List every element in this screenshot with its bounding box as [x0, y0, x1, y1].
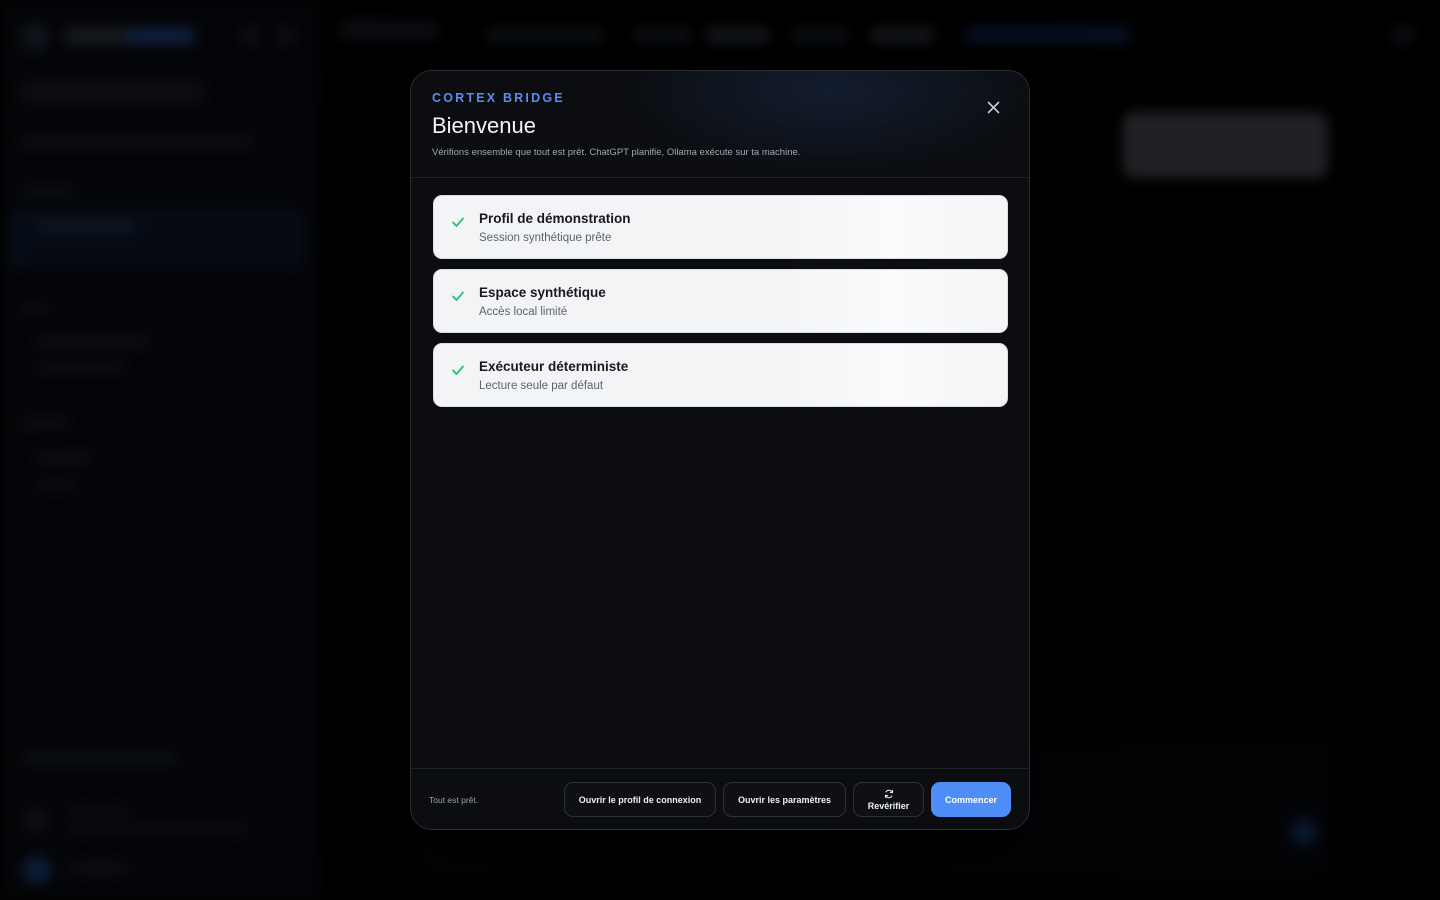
avatar — [22, 855, 52, 885]
check-title: Espace synthétique — [479, 285, 606, 300]
app-logo — [22, 24, 48, 50]
send-button — [1290, 818, 1318, 846]
close-button[interactable] — [983, 97, 1003, 117]
sidebar-line — [68, 824, 248, 834]
sidebar-line — [36, 480, 76, 490]
modal-footer: Tout est prêt. Ouvrir le profil de conne… — [411, 768, 1029, 829]
modal-subtitle: Vérifions ensemble que tout est prêt. Ch… — [432, 147, 801, 158]
close-icon — [987, 101, 999, 113]
status-text: Tout est prêt. — [429, 795, 479, 805]
open-login-profile-button[interactable]: Ouvrir le profil de connexion — [564, 782, 716, 817]
sidebar-line — [36, 362, 126, 372]
open-settings-button[interactable]: Ouvrir les paramètres — [723, 782, 846, 817]
sidebar-line — [36, 336, 151, 348]
topbar-pill — [485, 26, 605, 44]
modal-header: CORTEX BRIDGE Bienvenue Vérifions ensemb… — [411, 71, 1029, 178]
sidebar-line — [36, 220, 136, 232]
topbar-pill — [870, 26, 935, 44]
topbar-pill — [965, 26, 1130, 44]
topbar-icon — [1392, 26, 1414, 44]
sidebar-line — [36, 452, 91, 464]
check-description: Session synthétique prête — [479, 232, 612, 244]
start-button[interactable]: Commencer — [931, 782, 1011, 817]
check-item-demo-profile: Profil de démonstration Session synthéti… — [433, 195, 1008, 259]
refresh-icon — [884, 789, 893, 798]
check-icon — [452, 217, 464, 227]
sidebar-section — [20, 304, 50, 314]
topbar-pill — [705, 26, 770, 44]
recheck-button[interactable]: Revérifier — [853, 782, 924, 817]
check-item-synthetic-space: Espace synthétique Accès local limité — [433, 269, 1008, 333]
sidebar-line — [22, 752, 177, 766]
topbar-title — [340, 20, 440, 40]
toast-card — [1122, 112, 1328, 178]
modal-title: Bienvenue — [432, 113, 536, 138]
sidebar-search — [20, 82, 205, 102]
sidebar-line — [68, 806, 128, 816]
topbar-pill — [790, 26, 850, 44]
sidebar-active-item — [14, 208, 304, 268]
sidebar-line — [68, 862, 128, 874]
check-description: Lecture seule par défaut — [479, 380, 604, 392]
sidebar-toggle-icon — [242, 28, 258, 44]
check-icon — [452, 365, 464, 375]
check-item-deterministic-executor: Exécuteur déterministe Lecture seule par… — [433, 343, 1008, 407]
check-description: Accès local limité — [479, 306, 568, 318]
new-chat-icon — [278, 28, 294, 44]
check-title: Exécuteur déterministe — [479, 359, 629, 374]
sidebar-icon — [22, 806, 50, 834]
app-brand — [64, 28, 194, 44]
check-title: Profil de démonstration — [479, 211, 631, 226]
welcome-modal: CORTEX BRIDGE Bienvenue Vérifions ensemb… — [410, 70, 1030, 830]
sidebar — [0, 0, 320, 900]
sidebar-section — [20, 186, 80, 196]
readiness-checklist: Profil de démonstration Session synthéti… — [433, 195, 1008, 417]
topbar — [320, 0, 1440, 70]
recheck-label: Revérifier — [867, 800, 910, 811]
topbar-pill — [632, 26, 692, 44]
modal-eyebrow: CORTEX BRIDGE — [432, 91, 565, 105]
check-icon — [452, 291, 464, 301]
sidebar-line — [20, 136, 255, 148]
sidebar-section — [20, 418, 70, 428]
